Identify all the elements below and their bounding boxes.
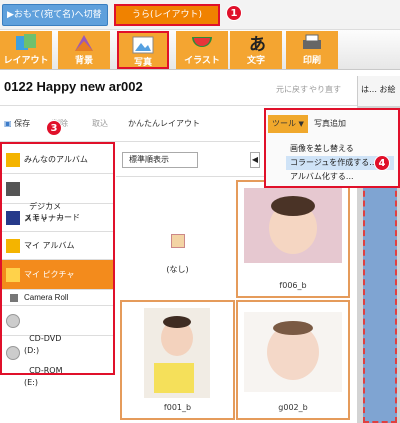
tool-photo[interactable]: 写真 [117,31,169,69]
watermelon-icon [192,37,212,47]
folder-icon [10,294,18,302]
document-title: 0122 Happy new ar002 [4,79,143,94]
right-header: は… お絵 [357,76,400,106]
menu-replace-image[interactable]: 画像を差し替える [286,142,394,156]
tool-layout-label: レイアウト [3,56,49,66]
photo-name: g002_b [278,403,308,412]
sidebar-item-my-album[interactable]: マイ アルバム [2,232,113,260]
folder-icon [6,239,20,253]
redo-button[interactable]: やり直す [309,84,341,95]
save-label: 保存 [14,119,31,128]
sidebar-item-camera-roll[interactable]: Camera Roll [2,290,113,306]
callout-badge: 4 [374,155,390,171]
sidebar-label: CD-ROM (E:) [24,366,63,387]
image-placeholder-icon [171,234,185,248]
undo-button[interactable]: 元に戻す [276,84,308,95]
tool-background[interactable]: 背景 [58,31,110,69]
photo-cell-f006[interactable]: f006_b [236,180,350,298]
callout-badge: 1 [226,5,242,21]
save-button[interactable]: ▣ 保存 [4,118,30,129]
photo-cell-g002[interactable]: g002_b [236,300,350,420]
sidebar-item-camera-scanner[interactable]: デジカメ スキャナー [2,174,113,223]
tool-layout[interactable]: レイアウト [0,31,52,69]
disc-icon [6,346,20,360]
pager-prev-button[interactable]: ◀ [250,152,260,168]
photo-icon [132,36,154,54]
background-icon [75,35,93,51]
tool-illust-label: イラスト [184,56,220,66]
layout-mode-button[interactable]: うら(レイアウト) [114,4,220,26]
save-icon: ▣ [4,119,12,128]
baby-photo-image [144,308,210,398]
chevron-down-icon: ▼ [298,120,304,128]
tool-illust[interactable]: イラスト [176,31,228,69]
sidebar-label: マイ アルバム [24,241,75,250]
photo-cell-f001[interactable]: f001_b [120,300,235,420]
baby-photo-image [244,188,342,263]
tools-menu-button[interactable]: ツール ▼ [268,115,308,133]
disc-icon [6,314,20,328]
menu-make-album[interactable]: アルバム化する... [286,170,394,184]
switch-to-address-button[interactable]: ▶おもて(宛て名)へ切替 [2,4,108,26]
photo-thumbnail [144,308,210,398]
tool-print-label: 印刷 [302,56,321,66]
tool-print[interactable]: 印刷 [286,31,338,69]
photo-thumbnail [244,312,342,392]
photo-name: f001_b [163,403,192,412]
sidebar-label: Camera Roll [24,293,69,302]
tool-text[interactable]: あ 文字 [230,31,282,69]
tool-photo-label: 写真 [133,58,152,68]
sidebar-label: マイ ピクチャ [24,270,75,279]
add-photo-button[interactable]: 写真追加 [314,118,346,129]
sort-select[interactable]: 標準順表示 [122,152,198,168]
svg-text:あ: あ [249,35,266,53]
baby-photo-image [244,312,342,392]
photo-thumbnail [244,188,342,263]
sidebar-item-cd-dvd[interactable]: CD-DVD (D:) [2,306,113,355]
sidebar-item-shared-album[interactable]: みんなのアルバム [2,146,113,174]
sidebar-item-memory-card[interactable]: メモリーカード [2,204,113,232]
photo-name: f006_b [279,281,307,290]
sidebar-item-my-pictures[interactable]: マイ ピクチャ [2,260,113,290]
tool-text-label: 文字 [246,56,265,66]
folder-icon [6,268,20,282]
sidebar-label: みんなのアルバム [24,155,88,164]
layout-icon [16,34,36,50]
folder-icon [6,153,20,167]
sidebar-item-cd-rom[interactable]: CD-ROM (E:) [2,338,113,387]
memory-card-icon [6,211,20,225]
easy-layout-button[interactable]: かんたんレイアウト [128,118,200,129]
camera-icon [6,182,20,196]
tools-menu-label: ツール [272,119,296,128]
photo-cell-none[interactable]: (なし) [120,180,235,300]
printer-icon [303,34,321,49]
sidebar-label: メモリーカード [24,213,80,222]
callout-badge: 3 [46,120,62,136]
import-button[interactable]: 取込 [92,118,108,129]
tool-background-label: 背景 [74,56,93,66]
text-icon: あ [249,35,266,53]
photo-name: (なし) [166,265,189,274]
